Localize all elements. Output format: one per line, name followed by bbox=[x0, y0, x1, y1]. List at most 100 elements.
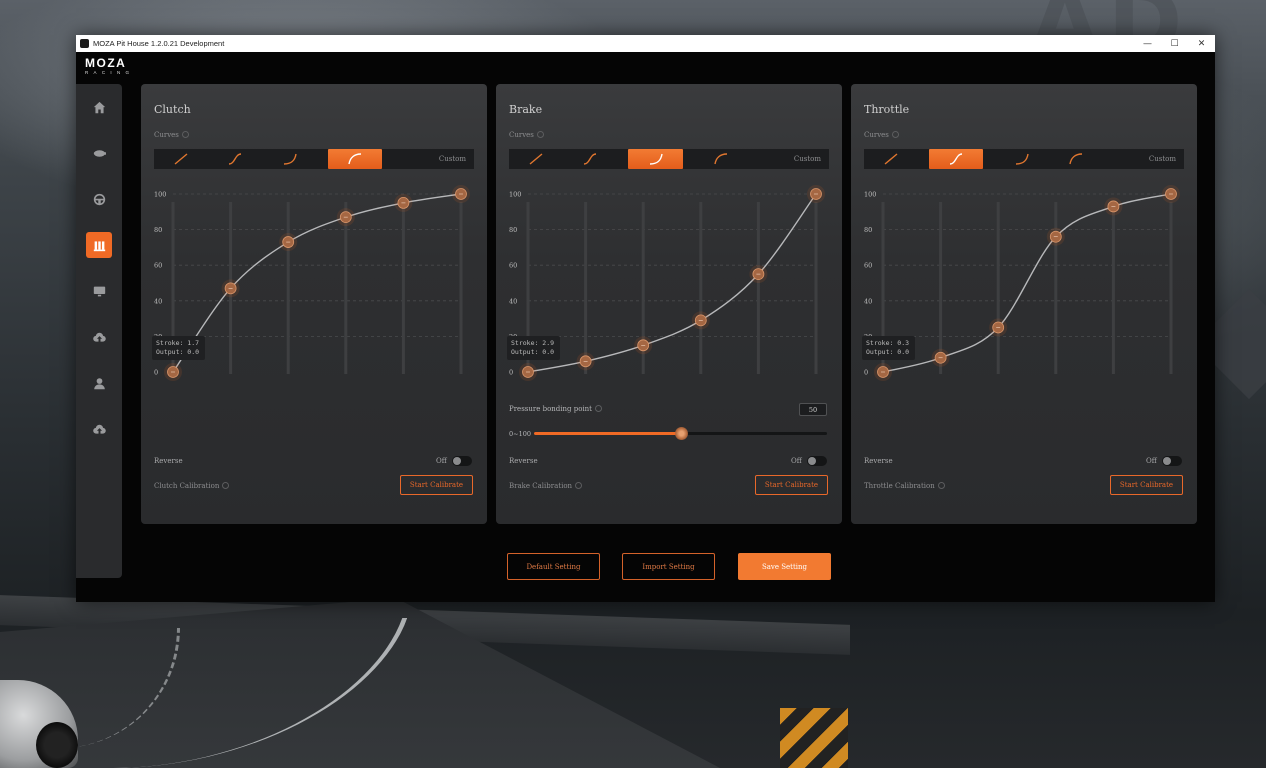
y-tick-label: 40 bbox=[154, 297, 162, 305]
column-guide bbox=[286, 202, 290, 374]
curve-shape-icon bbox=[529, 153, 543, 165]
curve-preset-custom[interactable]: Custom bbox=[393, 149, 474, 169]
sidebar bbox=[76, 84, 122, 578]
sidebar-item-user[interactable] bbox=[86, 370, 112, 396]
reverse-toggle[interactable] bbox=[452, 456, 472, 466]
minimize-button[interactable]: — bbox=[1134, 35, 1161, 52]
logo-sub: RACING bbox=[85, 70, 135, 75]
curve-preset-2[interactable] bbox=[208, 149, 262, 169]
curve-preset-2[interactable] bbox=[563, 149, 617, 169]
curve-preset-4[interactable] bbox=[1049, 149, 1103, 169]
curve-preset-3[interactable] bbox=[994, 149, 1048, 169]
curve-shape-icon bbox=[1015, 153, 1029, 165]
curve-presets: Custom bbox=[509, 149, 829, 169]
pressure-bonding-label: Pressure bonding point bbox=[509, 405, 602, 413]
y-tick-label: 80 bbox=[154, 226, 162, 234]
y-tick-label: 40 bbox=[509, 297, 517, 305]
sidebar-item-cloud[interactable] bbox=[86, 324, 112, 350]
info-icon[interactable] bbox=[181, 131, 189, 138]
title-bar[interactable]: MOZA Pit House 1.2.0.21 Development — ☐ … bbox=[76, 35, 1215, 52]
info-icon[interactable] bbox=[536, 131, 544, 138]
y-tick-label: 60 bbox=[509, 262, 517, 270]
home-icon bbox=[93, 101, 105, 113]
y-tick-label: 0 bbox=[509, 369, 513, 377]
dashboard-icon bbox=[93, 286, 105, 296]
sidebar-item-steering-wheel[interactable] bbox=[86, 186, 112, 212]
start-calibrate-button[interactable]: Start Calibrate bbox=[400, 475, 473, 495]
slider-handle[interactable] bbox=[674, 427, 688, 440]
sidebar-item-home[interactable] bbox=[86, 94, 112, 120]
motor-icon bbox=[93, 149, 106, 157]
start-calibrate-button[interactable]: Start Calibrate bbox=[755, 475, 828, 495]
car-wheel bbox=[36, 722, 78, 768]
curve-shape-icon bbox=[649, 153, 663, 165]
curve-preset-4[interactable] bbox=[694, 149, 748, 169]
column-guide bbox=[996, 202, 1000, 374]
pressure-slider[interactable] bbox=[534, 427, 827, 440]
curve-shape-icon bbox=[884, 153, 898, 165]
column-guide bbox=[584, 202, 588, 374]
curve-presets: Custom bbox=[864, 149, 1184, 169]
y-tick-label: 80 bbox=[509, 226, 517, 234]
stroke-tooltip: Stroke: 2.9 Output: 0.0 bbox=[507, 336, 560, 360]
column-guide bbox=[939, 202, 943, 374]
calibration-label: Throttle Calibration bbox=[864, 482, 945, 490]
reverse-toggle[interactable] bbox=[807, 456, 827, 466]
curve-shape-icon bbox=[283, 153, 297, 165]
y-tick-label: 0 bbox=[154, 369, 158, 377]
brand-bar: MOZA RACING bbox=[76, 52, 1215, 85]
y-tick-label: 100 bbox=[154, 191, 166, 199]
curve-preset-1[interactable] bbox=[864, 149, 918, 169]
sidebar-item-motor[interactable] bbox=[86, 140, 112, 166]
default-setting-button[interactable]: Default Setting bbox=[507, 553, 600, 580]
stroke-tooltip: Stroke: 1.7 Output: 0.0 bbox=[152, 336, 205, 360]
reverse-toggle[interactable] bbox=[1162, 456, 1182, 466]
curve-preset-2[interactable] bbox=[929, 149, 984, 169]
curve-preset-1[interactable] bbox=[154, 149, 208, 169]
app-window: MOZA Pit House 1.2.0.21 Development — ☐ … bbox=[76, 35, 1215, 602]
reverse-state: Off bbox=[1146, 457, 1157, 465]
column-guide bbox=[814, 202, 818, 374]
curves-label-text: Curves bbox=[509, 131, 534, 139]
window-title: MOZA Pit House 1.2.0.21 Development bbox=[93, 39, 225, 48]
curve-preset-3[interactable] bbox=[628, 149, 683, 169]
info-icon[interactable] bbox=[575, 482, 583, 489]
column-guide bbox=[1111, 202, 1115, 374]
curve-preset-3[interactable] bbox=[262, 149, 316, 169]
panel-title: Clutch bbox=[154, 103, 191, 116]
info-icon[interactable] bbox=[891, 131, 899, 138]
column-guide bbox=[1169, 202, 1173, 374]
tooltip-stroke: Stroke: 1.7 bbox=[156, 339, 200, 347]
maximize-button[interactable]: ☐ bbox=[1161, 35, 1188, 52]
calibration-label-text: Clutch Calibration bbox=[154, 482, 220, 490]
curve-preset-4[interactable] bbox=[327, 149, 382, 169]
start-calibrate-button[interactable]: Start Calibrate bbox=[1110, 475, 1183, 495]
info-icon[interactable] bbox=[595, 405, 602, 412]
info-icon[interactable] bbox=[937, 482, 945, 489]
curve-preset-custom[interactable]: Custom bbox=[1103, 149, 1184, 169]
sidebar-item-dashboard[interactable] bbox=[86, 278, 112, 304]
steering-wheel-icon bbox=[93, 193, 105, 205]
tooltip-output: Output: 0.0 bbox=[511, 348, 555, 356]
curve-shape-icon bbox=[584, 153, 597, 165]
pressure-value-input[interactable]: 50 bbox=[799, 403, 827, 416]
import-setting-button[interactable]: Import Setting bbox=[622, 553, 715, 580]
user-icon bbox=[93, 377, 105, 389]
sidebar-item-firmware[interactable] bbox=[86, 416, 112, 442]
curve-shape-icon bbox=[1069, 153, 1082, 165]
calibration-label-text: Brake Calibration bbox=[509, 482, 573, 490]
pressure-bonding-text: Pressure bonding point bbox=[509, 405, 592, 413]
curve-preset-1[interactable] bbox=[509, 149, 563, 169]
curve-line bbox=[172, 193, 462, 373]
curve-preset-custom[interactable]: Custom bbox=[748, 149, 829, 169]
calibration-label: Brake Calibration bbox=[509, 482, 583, 490]
moza-logo: MOZA RACING bbox=[85, 57, 135, 75]
info-icon[interactable] bbox=[222, 482, 230, 489]
panel-title: Throttle bbox=[864, 103, 910, 116]
calibration-label: Clutch Calibration bbox=[154, 482, 230, 490]
brake-panel: Brake Curves Custom 020406080100 Stroke:… bbox=[496, 84, 842, 524]
save-setting-button[interactable]: Save Setting bbox=[738, 553, 831, 580]
y-tick-label: 60 bbox=[864, 262, 872, 270]
sidebar-item-pedals[interactable] bbox=[86, 232, 112, 258]
close-button[interactable]: ✕ bbox=[1188, 35, 1215, 52]
